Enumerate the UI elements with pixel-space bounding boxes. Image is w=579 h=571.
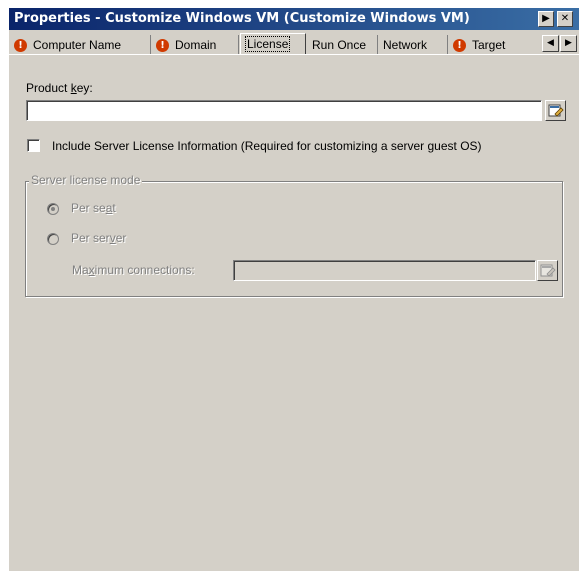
- tab-label: Target: [472, 38, 506, 52]
- title-bar[interactable]: Properties - Customize Windows VM (Custo…: [9, 8, 579, 30]
- tab-scroll-left-button[interactable]: ◀: [542, 35, 559, 52]
- per-seat-label[interactable]: Per seat: [71, 201, 116, 215]
- max-connections-browse-button[interactable]: [537, 260, 558, 281]
- product-key-label: Product key:: [26, 81, 93, 95]
- tab-domain[interactable]: ! Domain: [151, 35, 239, 55]
- product-key-browse-button[interactable]: [545, 100, 566, 121]
- warning-icon: !: [156, 38, 169, 52]
- tab-run-once[interactable]: Run Once: [307, 35, 378, 55]
- window-title: Properties - Customize Windows VM (Custo…: [14, 11, 470, 26]
- per-server-label[interactable]: Per server: [71, 231, 126, 245]
- per-server-radio[interactable]: [47, 233, 59, 245]
- product-key-input[interactable]: [26, 100, 542, 121]
- warning-icon: !: [453, 38, 466, 52]
- per-seat-radio[interactable]: [47, 203, 59, 215]
- tab-label: Network: [383, 38, 428, 52]
- include-license-label[interactable]: Include Server License Information (Requ…: [52, 139, 482, 153]
- warning-icon: !: [14, 38, 27, 52]
- tab-label: Run Once: [312, 38, 367, 52]
- tab-computer-name[interactable]: ! Computer Name: [9, 35, 151, 55]
- close-button[interactable]: ✕: [557, 11, 573, 27]
- tab-label: Computer Name: [33, 38, 122, 52]
- tab-strip: ! Computer Name ! Domain License Run Onc…: [9, 33, 579, 55]
- edit-icon: [548, 104, 564, 117]
- max-connections-input[interactable]: [233, 260, 536, 281]
- tab-target[interactable]: ! Target: [448, 35, 536, 55]
- tab-network[interactable]: Network: [378, 35, 448, 55]
- server-license-mode-legend: Server license mode: [29, 173, 143, 187]
- help-button[interactable]: ▶: [538, 11, 554, 27]
- edit-icon: [540, 264, 556, 277]
- tab-label: License: [244, 36, 291, 52]
- tab-panel-border: [9, 54, 579, 55]
- max-connections-label: Maximum connections:: [72, 263, 195, 277]
- radio-selected-dot: [51, 207, 55, 211]
- tab-scroll-right-button[interactable]: ▶: [560, 35, 577, 52]
- tab-label: Domain: [175, 38, 217, 52]
- properties-window: Properties - Customize Windows VM (Custo…: [9, 8, 579, 571]
- include-license-checkbox[interactable]: [27, 139, 40, 152]
- tab-license[interactable]: License: [240, 33, 306, 55]
